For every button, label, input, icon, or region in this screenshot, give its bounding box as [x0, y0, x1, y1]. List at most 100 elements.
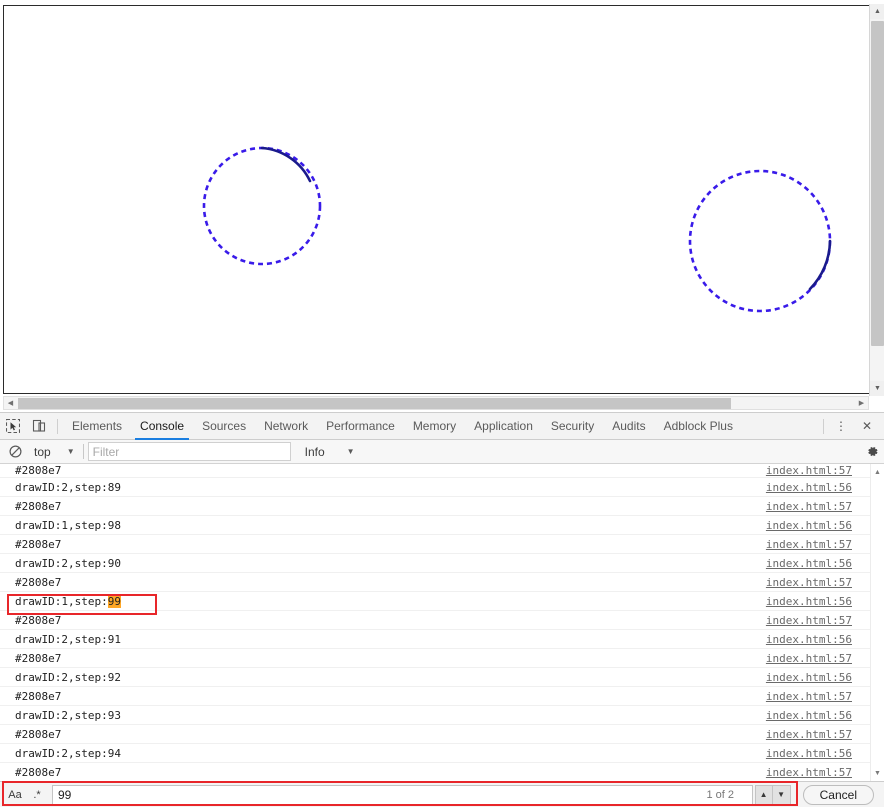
console-source-link[interactable]: index.html:56	[766, 519, 852, 532]
console-row[interactable]: #2808e7 index.html:57	[0, 649, 884, 668]
console-source-link[interactable]: index.html:57	[766, 464, 852, 477]
clear-console-icon[interactable]	[4, 441, 26, 463]
console-message-text: #2808e7	[15, 765, 62, 779]
more-options-icon[interactable]: ⋮	[828, 413, 854, 439]
console-row[interactable]: #2808e7 index.html:57	[0, 497, 884, 516]
horizontal-scrollbar-thumb[interactable]	[18, 398, 731, 409]
console-row[interactable]: #2808e7 index.html:57	[0, 464, 884, 478]
scroll-left-arrow-icon[interactable]: ◀	[4, 397, 17, 409]
tab-label: Sources	[202, 419, 247, 433]
console-row[interactable]: #2808e7 index.html:57	[0, 763, 884, 782]
execution-context-select[interactable]: top ▼	[26, 442, 79, 462]
console-source-link[interactable]: index.html:56	[766, 633, 852, 646]
console-message-text: drawID:1,step:98	[15, 518, 121, 532]
console-source-link[interactable]: index.html:56	[766, 557, 852, 570]
tabbar-divider-right	[823, 418, 824, 434]
tab-network[interactable]: Network	[255, 413, 317, 440]
console-source-link[interactable]: index.html:56	[766, 747, 852, 760]
tab-adblock-plus[interactable]: Adblock Plus	[655, 413, 742, 440]
tab-label: Network	[264, 419, 309, 433]
console-row[interactable]: drawID:2,step:92 index.html:56	[0, 668, 884, 687]
close-devtools-icon[interactable]: ✕	[854, 413, 880, 439]
tab-label: Audits	[612, 419, 646, 433]
console-source-link[interactable]: index.html:57	[766, 690, 852, 703]
console-message-text: drawID:2,step:92	[15, 670, 121, 684]
tab-label: Security	[550, 419, 595, 433]
console-scroll-up-icon[interactable]: ▲	[871, 466, 884, 479]
console-row-search-match[interactable]: drawID:1,step:99 index.html:56	[0, 592, 884, 611]
log-level-select[interactable]: Info ▼	[297, 442, 359, 462]
page-horizontal-scrollbar[interactable]: ◀ ▶	[3, 396, 869, 410]
chevron-down-icon: ▼	[346, 447, 355, 456]
console-row[interactable]: #2808e7 index.html:57	[0, 611, 884, 630]
console-message-prefix: drawID:1,step:	[15, 594, 108, 608]
search-input[interactable]	[52, 784, 753, 805]
console-message-list[interactable]: #2808e7 index.html:57 drawID:2,step:89 i…	[0, 464, 884, 782]
tab-audits[interactable]: Audits	[603, 413, 654, 440]
console-source-link[interactable]: index.html:57	[766, 766, 852, 779]
console-source-link[interactable]: index.html:57	[766, 538, 852, 551]
console-source-link[interactable]: index.html:57	[766, 614, 852, 627]
devtools-panel: Elements Console Sources Network Perform…	[0, 412, 884, 807]
console-source-link[interactable]: index.html:56	[766, 709, 852, 722]
tab-elements[interactable]: Elements	[63, 413, 131, 440]
search-navigation: ▲ ▼	[754, 784, 791, 805]
tab-sources[interactable]: Sources	[193, 413, 255, 440]
console-row[interactable]: #2808e7 index.html:57	[0, 725, 884, 744]
tab-console[interactable]: Console	[131, 413, 193, 440]
console-source-link[interactable]: index.html:56	[766, 671, 852, 684]
console-source-link[interactable]: index.html:56	[766, 595, 852, 608]
scroll-up-arrow-icon[interactable]: ▲	[870, 4, 884, 19]
execution-context-value: top	[34, 444, 51, 459]
console-message-text: #2808e7	[15, 613, 62, 627]
console-row[interactable]: drawID:2,step:93 index.html:56	[0, 706, 884, 725]
console-scrollbar[interactable]: ▲ ▼	[870, 464, 884, 782]
inspect-element-icon[interactable]	[0, 413, 26, 439]
console-message-text: #2808e7	[15, 464, 62, 477]
console-row[interactable]: #2808e7 index.html:57	[0, 573, 884, 592]
console-row[interactable]: drawID:2,step:94 index.html:56	[0, 744, 884, 763]
tab-security[interactable]: Security	[542, 413, 603, 440]
console-row[interactable]: #2808e7 index.html:57	[0, 535, 884, 554]
tab-label: Elements	[72, 419, 123, 433]
tab-performance[interactable]: Performance	[317, 413, 404, 440]
console-message-text: #2808e7	[15, 537, 62, 551]
console-row[interactable]: drawID:1,step:98 index.html:56	[0, 516, 884, 535]
console-message-text: drawID:1,step:99	[15, 594, 121, 608]
console-row[interactable]: #2808e7 index.html:57	[0, 687, 884, 706]
page-content-frame	[3, 5, 869, 394]
tab-label: Memory	[412, 419, 457, 433]
console-source-link[interactable]: index.html:56	[766, 481, 852, 494]
scroll-right-arrow-icon[interactable]: ▶	[855, 397, 868, 409]
console-row[interactable]: drawID:2,step:91 index.html:56	[0, 630, 884, 649]
console-source-link[interactable]: index.html:57	[766, 652, 852, 665]
page-vertical-scrollbar[interactable]: ▲ ▼	[869, 4, 884, 396]
browser-viewport: ▲ ▼ ◀ ▶	[0, 0, 884, 410]
console-row[interactable]: drawID:2,step:90 index.html:56	[0, 554, 884, 573]
search-next-button[interactable]: ▼	[772, 784, 791, 805]
search-prev-button[interactable]: ▲	[754, 784, 773, 805]
console-message-text: drawID:2,step:89	[15, 480, 121, 494]
scroll-down-arrow-icon[interactable]: ▼	[870, 381, 884, 396]
dashed-circle-left	[202, 146, 322, 266]
tab-memory[interactable]: Memory	[404, 413, 465, 440]
filterbar-divider	[82, 444, 84, 459]
gear-icon[interactable]	[860, 441, 884, 463]
console-message-text: drawID:2,step:94	[15, 746, 121, 760]
cancel-button[interactable]: Cancel	[802, 784, 874, 805]
console-row[interactable]: drawID:2,step:89 index.html:56	[0, 478, 884, 497]
console-source-link[interactable]: index.html:57	[766, 500, 852, 513]
tab-application[interactable]: Application	[465, 413, 542, 440]
match-case-toggle[interactable]: Aa	[4, 785, 26, 805]
device-toolbar-icon[interactable]	[26, 413, 52, 439]
search-result-count: 1 of 2	[706, 788, 734, 801]
dashed-circle-right	[688, 169, 832, 313]
drawing-canvas[interactable]	[4, 6, 869, 393]
console-scroll-down-icon[interactable]: ▼	[871, 767, 884, 780]
console-filter-input[interactable]	[87, 442, 291, 461]
console-message-text: #2808e7	[15, 727, 62, 741]
vertical-scrollbar-thumb[interactable]	[871, 21, 884, 346]
console-source-link[interactable]: index.html:57	[766, 576, 852, 589]
regex-toggle[interactable]: .*	[26, 785, 48, 805]
console-source-link[interactable]: index.html:57	[766, 728, 852, 741]
